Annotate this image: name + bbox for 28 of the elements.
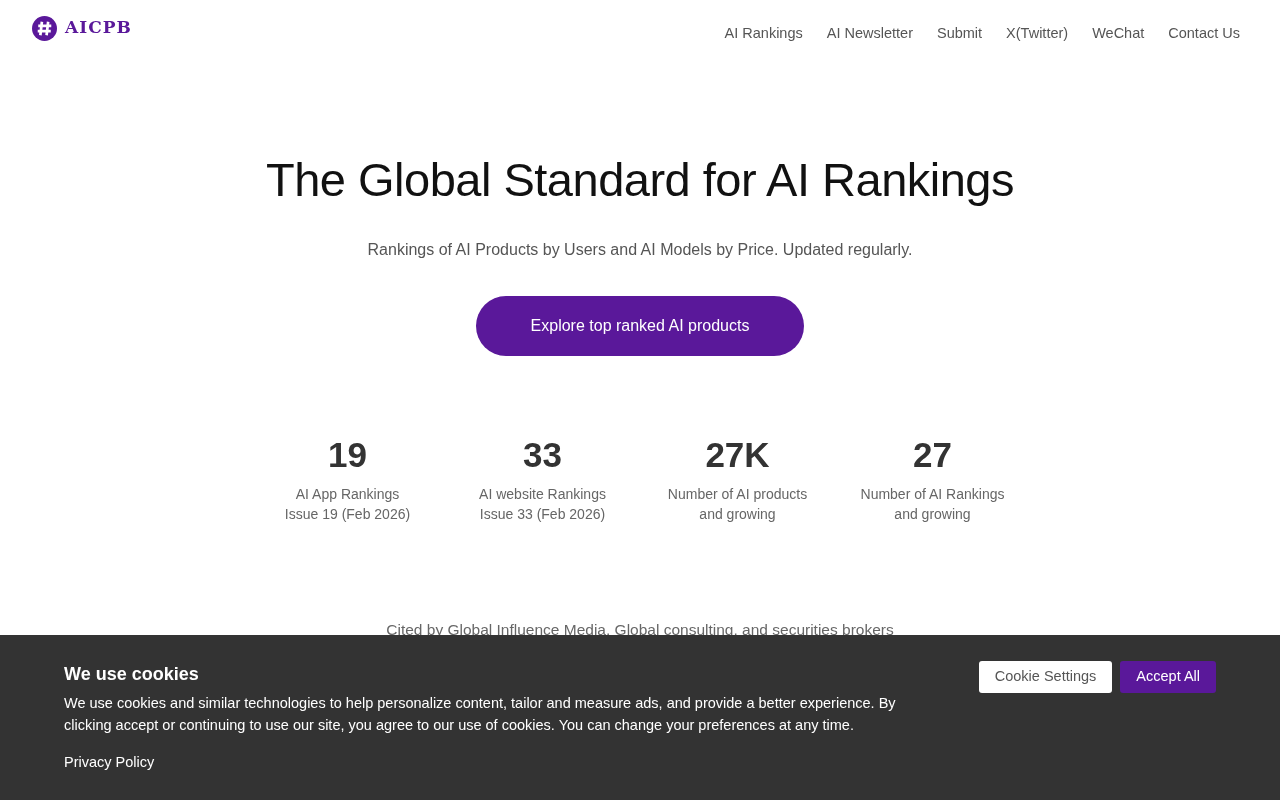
stat-label: and growing — [893, 505, 972, 525]
explore-button[interactable]: Explore top ranked AI products — [476, 296, 804, 357]
nav-link[interactable]: AI Rankings — [724, 23, 803, 45]
hashtag-logo-icon — [32, 15, 57, 41]
stat-label: AI App Rankings — [294, 485, 401, 505]
hero-subtitle: Rankings of AI Products by Users and AI Models by Price. Updated regularly. — [366, 240, 914, 261]
stat-label: and growing — [698, 505, 777, 525]
hero-title: The Global Standard for AI Rankings — [265, 152, 1015, 208]
stat-value: 33 — [522, 434, 563, 477]
nav-link[interactable]: Contact Us — [1168, 23, 1240, 45]
stat-value: 27 — [912, 434, 953, 477]
nav-link[interactable]: WeChat — [1092, 23, 1145, 45]
stat-value: 19 — [327, 434, 368, 477]
stat-label: AI website Rankings — [478, 485, 607, 505]
stat-label: Number of AI products — [666, 485, 809, 505]
accept-all-button[interactable]: Accept All — [1120, 661, 1216, 693]
cookie-settings-button[interactable]: Cookie Settings — [978, 661, 1113, 693]
stat-label: Issue 19 (Feb 2026) — [283, 505, 412, 525]
stat-value: 27K — [704, 434, 771, 477]
cookie-title: We use cookies — [64, 663, 200, 686]
nav-link[interactable]: AI Newsletter — [826, 23, 913, 45]
brand-name[interactable]: AICPB — [65, 15, 132, 41]
nav-link[interactable]: Submit — [936, 23, 983, 45]
cookie-text: We use cookies and similar technologies to help personalize content, tailor and measure ads, and provide a better experience. By clicking accept or continuing to use our site, you agree to our use of cookies. You can change your preferences at any time. — [64, 694, 897, 735]
stat-label: Number of AI Rankings — [859, 485, 1006, 505]
stat-label: Issue 33 (Feb 2026) — [478, 505, 607, 525]
nav-link[interactable]: X(Twitter) — [1006, 23, 1069, 45]
privacy-policy-link[interactable]: Privacy Policy — [64, 752, 155, 774]
